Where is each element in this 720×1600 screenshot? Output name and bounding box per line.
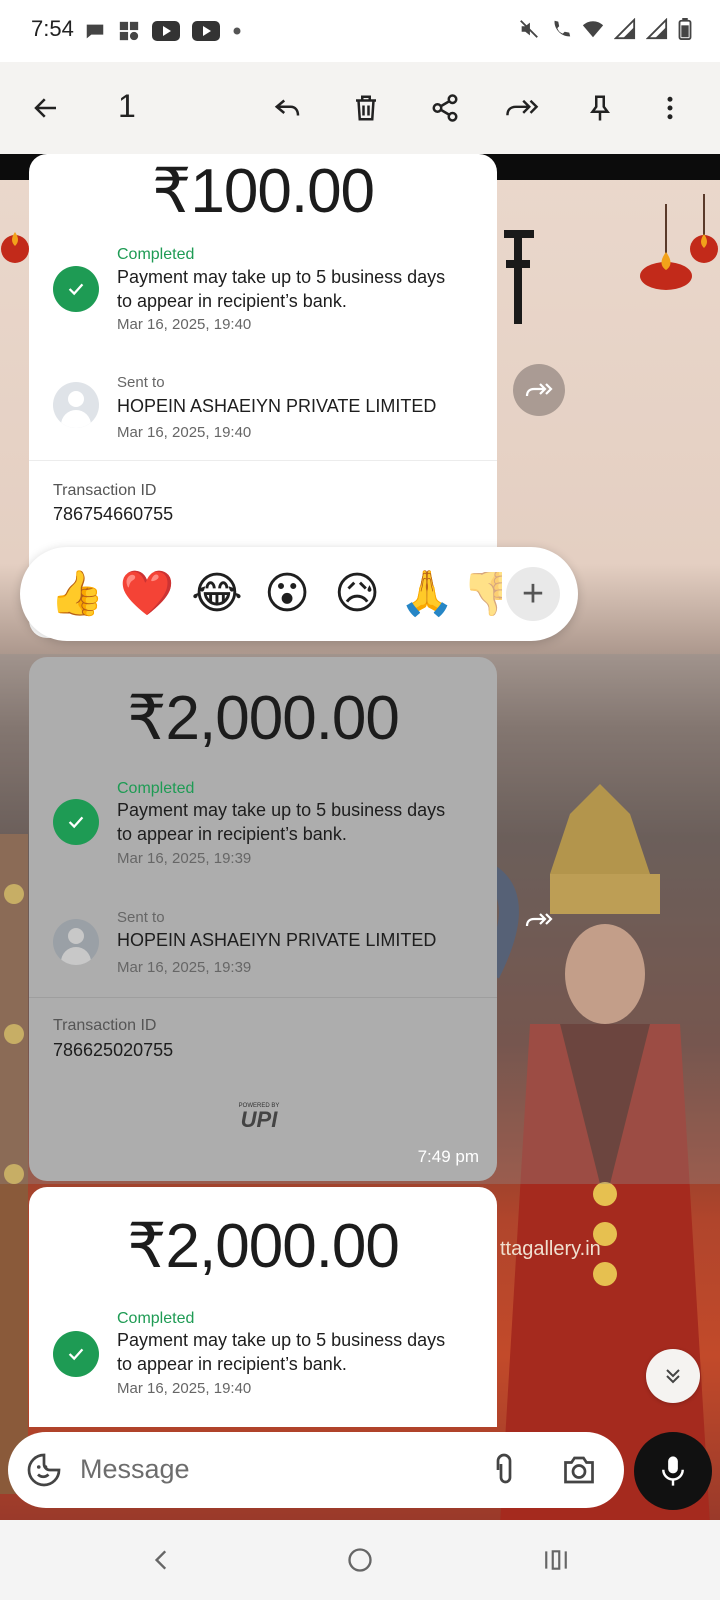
- avatar: [53, 382, 99, 428]
- transaction-id-label: Transaction ID: [53, 1017, 157, 1034]
- payment-amount: ₹100.00: [151, 157, 375, 226]
- notification-icons: [84, 20, 242, 42]
- divider: [29, 460, 497, 461]
- photos-icon: [119, 21, 139, 41]
- message-time: 7:49 pm: [417, 1147, 479, 1166]
- selected-payment-message-card[interactable]: ₹2,000.00 Completed Payment may take up …: [29, 657, 497, 1181]
- attach-icon[interactable]: [486, 1452, 522, 1493]
- avatar: [53, 919, 99, 965]
- wallpaper-script-decoration: [504, 230, 534, 324]
- check-icon: [53, 1331, 99, 1377]
- reaction-heart[interactable]: ❤️: [112, 572, 182, 616]
- plus-icon: +: [521, 573, 545, 615]
- reply-icon[interactable]: [266, 86, 310, 130]
- mic-button[interactable]: [634, 1432, 712, 1510]
- delete-icon[interactable]: [344, 86, 388, 130]
- reaction-sad[interactable]: 😥: [322, 572, 392, 616]
- sent-to-label: Sent to: [117, 374, 165, 391]
- upi-logo: POWERED BY UPI: [238, 1103, 280, 1132]
- status-time: 7:54: [31, 16, 74, 41]
- nav-back-icon[interactable]: [140, 1538, 184, 1582]
- mic-icon: [662, 1456, 684, 1486]
- forward-icon[interactable]: [500, 86, 544, 130]
- recipient-name: HOPEIN ASHAEIYN PRIVATE LIMITED: [117, 930, 437, 950]
- transaction-id-label: Transaction ID: [53, 482, 157, 499]
- back-arrow-icon[interactable]: [24, 86, 68, 130]
- more-options-icon[interactable]: [648, 86, 692, 130]
- status-bar: 7:54: [0, 0, 720, 62]
- message-composer: Message: [8, 1432, 624, 1508]
- system-icons: [518, 18, 692, 40]
- scroll-to-bottom-button[interactable]: [646, 1349, 700, 1403]
- double-chevron-down-icon: [666, 1369, 680, 1384]
- reaction-laughing[interactable]: 😂: [182, 572, 252, 616]
- wallpaper-watermark: ttagallery.in: [500, 1238, 601, 1260]
- transaction-id: 786754660755: [53, 504, 174, 524]
- reaction-pray[interactable]: 🙏: [392, 572, 462, 616]
- payment-note-line1: Payment may take up to 5 business days: [117, 800, 446, 820]
- payment-note-line1: Payment may take up to 5 business days: [117, 1330, 446, 1350]
- sticker-emoji-icon[interactable]: [26, 1452, 62, 1493]
- system-nav-bar: [0, 1520, 720, 1600]
- payment-note-line2: to appear in recipient’s bank.: [117, 1354, 347, 1374]
- nav-recents-icon[interactable]: [534, 1538, 578, 1582]
- sent-time: Mar 16, 2025, 19:39: [117, 959, 252, 976]
- payment-note-line2: to appear in recipient’s bank.: [117, 824, 347, 844]
- transaction-id: 786625020755: [53, 1040, 174, 1060]
- sent-time: Mar 16, 2025, 19:40: [117, 424, 252, 441]
- payment-status: Completed: [117, 246, 195, 263]
- payment-time: Mar 16, 2025, 19:39: [117, 850, 252, 867]
- payment-amount: ₹2,000.00: [127, 1212, 400, 1281]
- reaction-bar: 👍 ❤️ 😂 😮 😥 🙏 👎 +: [20, 547, 578, 641]
- youtube-icon: [152, 21, 180, 41]
- payment-time: Mar 16, 2025, 19:40: [117, 316, 252, 333]
- pin-icon[interactable]: [578, 86, 622, 130]
- payment-message-card[interactable]: ₹2,000.00 Completed Payment may take up …: [29, 1187, 497, 1427]
- payment-status: Completed: [117, 1310, 195, 1327]
- check-icon: [53, 266, 99, 312]
- forward-message-icon[interactable]: [513, 894, 565, 946]
- lamp-icon: [1, 232, 29, 263]
- reaction-surprised[interactable]: 😮: [252, 572, 322, 616]
- payment-amount: ₹2,000.00: [127, 684, 400, 753]
- reaction-thumbs-up[interactable]: 👍: [42, 572, 112, 616]
- dot-icon: [233, 27, 241, 35]
- recipient-name: HOPEIN ASHAEIYN PRIVATE LIMITED: [117, 396, 437, 416]
- forward-message-icon[interactable]: [513, 364, 565, 416]
- signal-icon: [614, 18, 636, 40]
- reaction-thumbs-down[interactable]: 👎: [462, 572, 502, 616]
- camera-icon[interactable]: [560, 1452, 598, 1493]
- payment-note-line1: Payment may take up to 5 business days: [117, 267, 446, 287]
- chat-bubble-icon: [86, 24, 104, 39]
- youtube-icon: [192, 21, 220, 41]
- payment-time: Mar 16, 2025, 19:40: [117, 1380, 252, 1397]
- share-icon[interactable]: [423, 86, 467, 130]
- divider: [29, 997, 497, 998]
- nav-home-icon[interactable]: [338, 1538, 382, 1582]
- wifi-calling-icon: [554, 20, 571, 37]
- selection-toolbar: 1: [0, 62, 720, 154]
- selected-count: 1: [118, 88, 136, 124]
- payment-status: Completed: [117, 780, 195, 797]
- battery-icon: [678, 18, 692, 40]
- payment-note-line2: to appear in recipient’s bank.: [117, 291, 347, 311]
- sent-to-label: Sent to: [117, 909, 165, 926]
- add-reaction-button[interactable]: +: [506, 567, 560, 621]
- message-input[interactable]: Message: [80, 1454, 190, 1485]
- mute-icon: [520, 20, 538, 38]
- signal-icon: [646, 18, 668, 40]
- check-icon: [53, 799, 99, 845]
- lamp-icon: [690, 194, 718, 263]
- wifi-icon: [582, 21, 604, 38]
